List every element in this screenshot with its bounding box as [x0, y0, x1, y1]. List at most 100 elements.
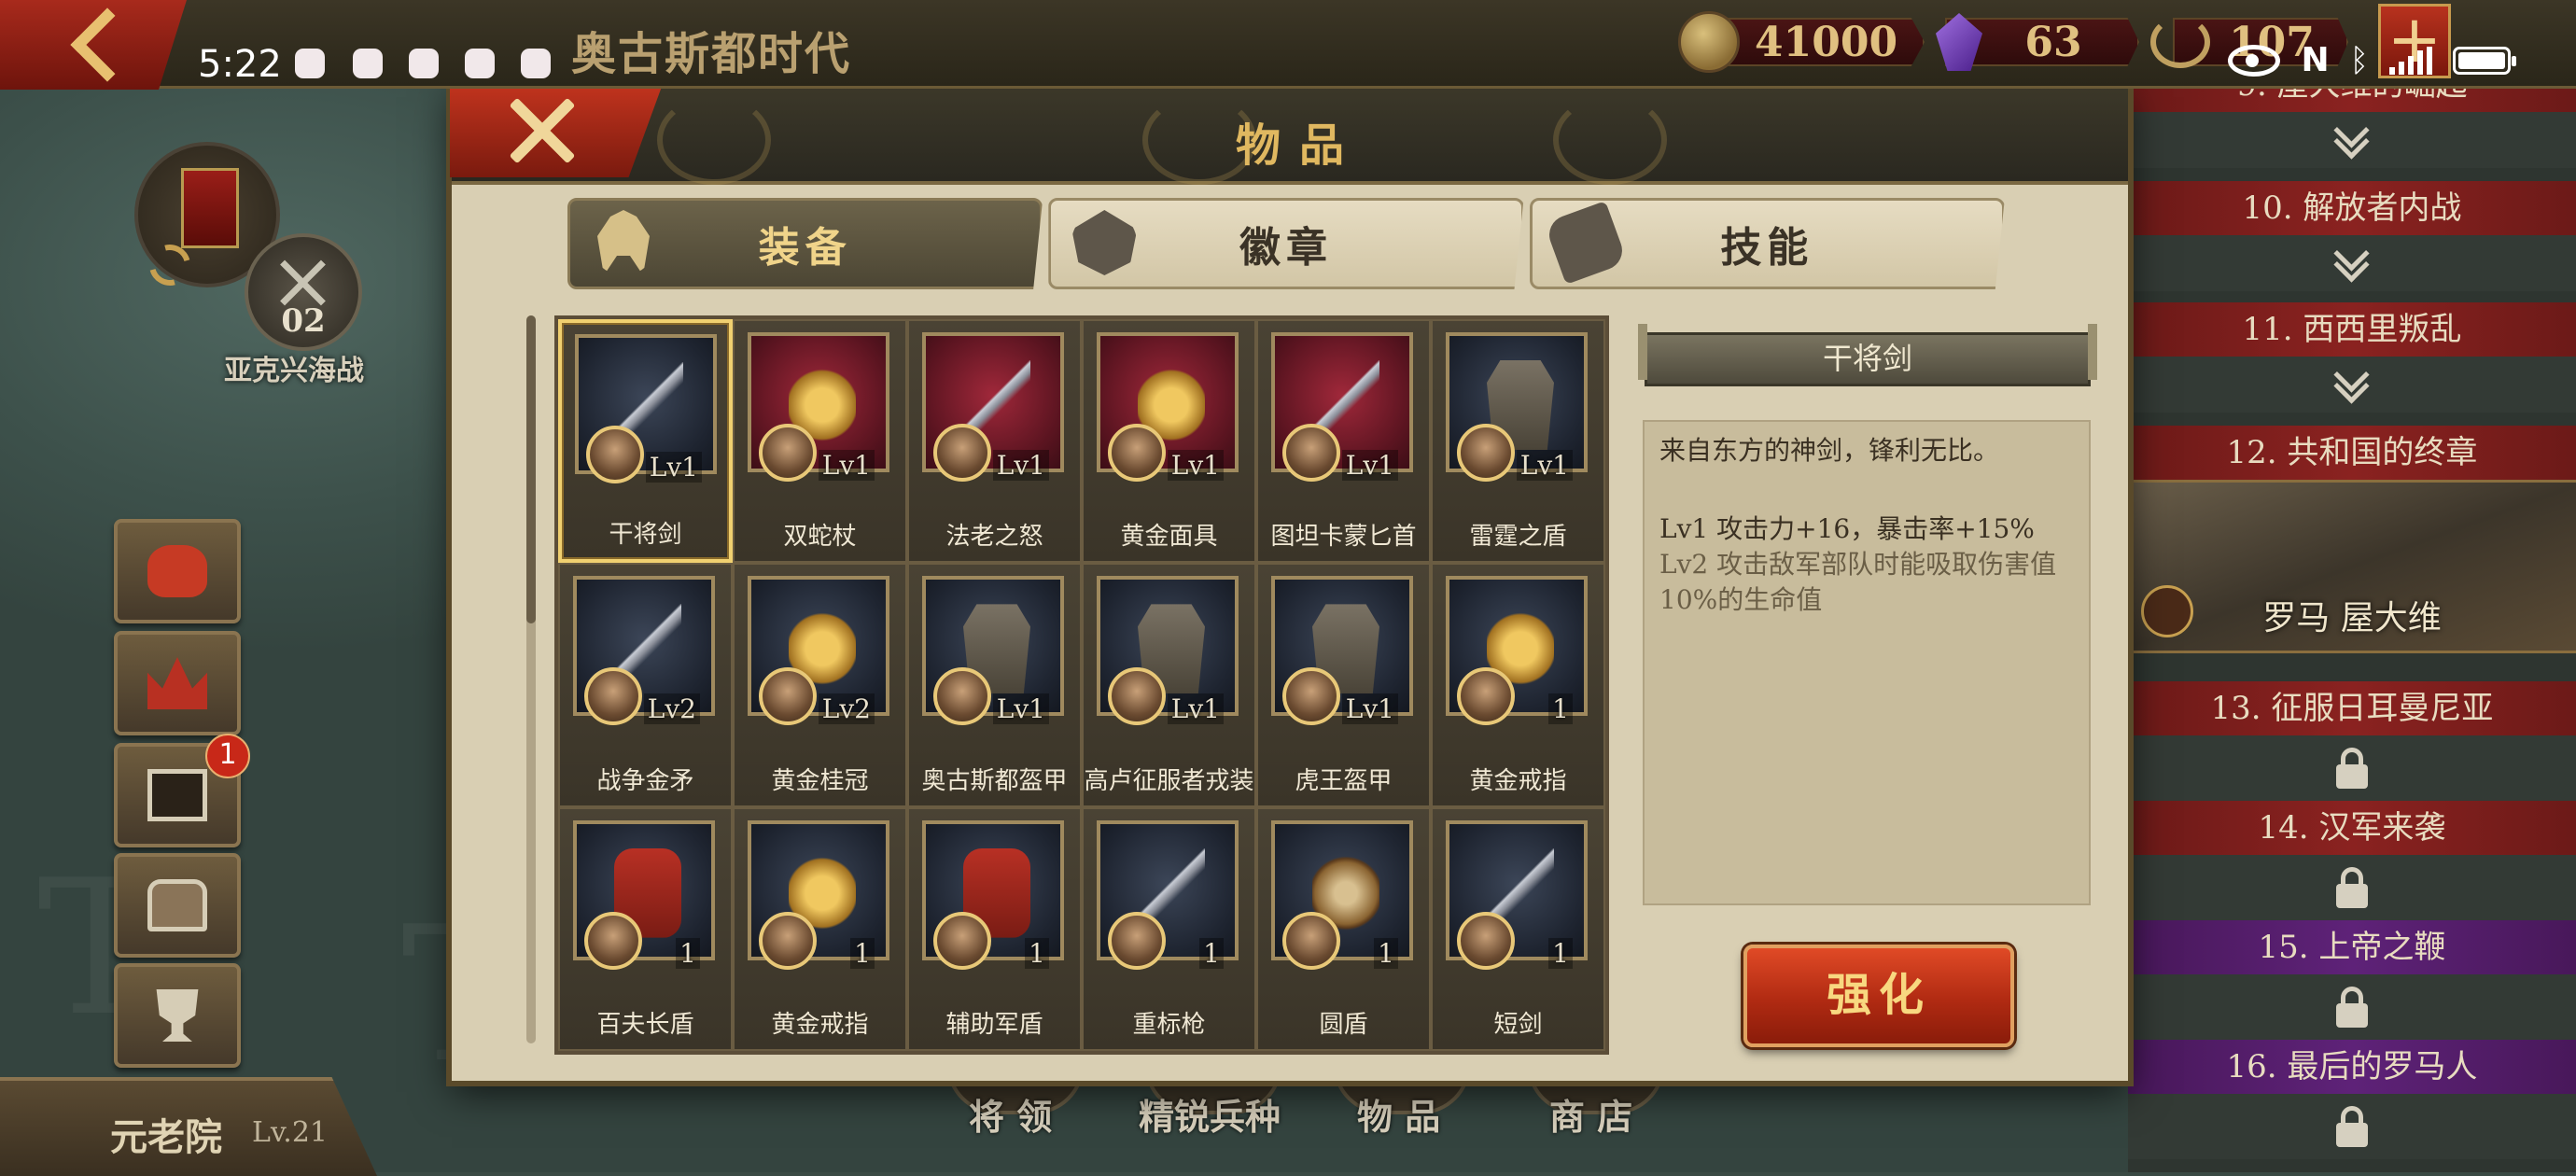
item-cell[interactable]: 1 百夫长盾: [558, 806, 733, 1051]
item-name: 短剑: [1493, 1011, 1543, 1039]
crossed-swords-icon: [276, 256, 329, 308]
nav-items[interactable]: 物 品: [1357, 1088, 1440, 1140]
nav-elite-units[interactable]: 精锐兵种: [1139, 1088, 1281, 1140]
nav-shop[interactable]: 商 店: [1549, 1088, 1632, 1140]
chapter-locked: [2128, 855, 2576, 920]
item-level: Lv2: [818, 693, 875, 725]
chapter-caption: 罗马 屋大维: [2262, 599, 2442, 637]
video-notification-badge: 1: [205, 734, 250, 778]
item-cell[interactable]: Lv2 战争金矛: [558, 563, 733, 807]
chapter-item[interactable]: 16. 最后的罗马人: [2128, 1040, 2576, 1159]
item-cell[interactable]: Lv1 双蛇杖: [733, 319, 907, 564]
item-name: 百夫长盾: [596, 1011, 694, 1039]
nav-generals[interactable]: 将 领: [969, 1088, 1052, 1140]
chapter-item[interactable]: 10. 解放者内战: [2128, 181, 2576, 291]
item-frame: 1: [1097, 819, 1239, 970]
item-frame: Lv1: [922, 576, 1064, 726]
bluetooth-icon: ᛒ: [2349, 41, 2369, 79]
item-cell[interactable]: 1 黄金戒指: [733, 806, 907, 1051]
trophy-button[interactable]: [114, 963, 241, 1068]
general-avatar: [933, 667, 991, 726]
item-frame: Lv1: [922, 332, 1064, 482]
treasure-bag-button[interactable]: [114, 519, 241, 623]
chest-button[interactable]: [114, 853, 241, 958]
crown-icon: [147, 657, 207, 709]
item-cell[interactable]: Lv1 高卢征服者戎装: [1082, 563, 1256, 807]
item-cell[interactable]: 1 重标枪: [1082, 806, 1256, 1051]
item-cell[interactable]: 1 辅助军盾: [907, 806, 1082, 1051]
senate-name: 元老院: [110, 1115, 222, 1159]
item-name: 图坦卡蒙匕首: [1270, 523, 1417, 552]
chapter-item[interactable]: 13. 征服日耳曼尼亚: [2128, 681, 2576, 801]
status-time: 5:22: [198, 43, 282, 86]
item-level: Lv1: [818, 450, 875, 481]
item-frame: 1: [1446, 576, 1588, 726]
general-avatar: [584, 667, 642, 726]
general-avatar: [584, 911, 642, 970]
item-cell[interactable]: Lv1 黄金面具: [1082, 319, 1256, 564]
item-cell[interactable]: Lv2 黄金桂冠: [733, 563, 907, 807]
item-cell[interactable]: 1 短剑: [1431, 806, 1605, 1051]
item-cell[interactable]: Lv1 图坦卡蒙匕首: [1256, 319, 1431, 564]
helmet-icon: [597, 210, 650, 275]
chapter-locked: [2128, 735, 2576, 801]
chapter-expand[interactable]: [2128, 235, 2576, 291]
senate-button[interactable]: 元老院 Lv.21: [0, 1077, 377, 1176]
chapter-expand[interactable]: [2128, 112, 2576, 168]
item-cell[interactable]: 1 圆盾: [1256, 806, 1431, 1051]
item-frame: Lv2: [748, 576, 889, 726]
item-frame: 1: [1446, 819, 1588, 970]
item-level: Lv1: [645, 452, 702, 483]
item-level: 1: [850, 937, 875, 969]
close-button[interactable]: [450, 84, 663, 177]
modal-title: 物品: [1235, 119, 1363, 172]
crown-button[interactable]: [114, 631, 241, 735]
chapter-title: 16. 最后的罗马人: [2128, 1040, 2576, 1094]
item-level: 1: [1548, 937, 1573, 969]
banner-flag-icon: [181, 168, 239, 248]
chapter-expand[interactable]: [2128, 357, 2576, 413]
item-frame: Lv1: [1446, 332, 1588, 482]
general-avatar: [1457, 667, 1515, 726]
bag-icon: [147, 545, 207, 597]
item-name: 黄金桂冠: [771, 766, 869, 795]
item-name: 重标枪: [1132, 1011, 1206, 1039]
item-level: Lv1: [1516, 450, 1573, 481]
chapter-item[interactable]: 15. 上帝之鞭: [2128, 920, 2576, 1040]
item-cell[interactable]: Lv1 法老之怒: [907, 319, 1082, 564]
chapter-item-current[interactable]: 12. 共和国的终章 罗马 屋大维: [2128, 426, 2576, 653]
modal-header: 物品: [452, 86, 2128, 185]
general-avatar: [1282, 424, 1340, 482]
general-avatar: [586, 426, 644, 483]
grid-scrollbar-thumb[interactable]: [526, 315, 536, 623]
enhance-button[interactable]: 强化: [1743, 945, 2014, 1047]
tab-skills[interactable]: 技能: [1529, 198, 2005, 289]
items-modal: 物品 装备 徽章 技能 Lv1 干将剑 Lv1 双蛇杖 Lv1 法老之怒 Lv1 黄金面具 Lv…: [450, 84, 2128, 1081]
item-description: 来自东方的神剑，锋利无比。: [1659, 435, 2000, 466]
item-lv1-effect: Lv1 攻击力+16，暴击率+15%: [1659, 513, 2035, 544]
item-name: 奥古斯都盔甲: [921, 766, 1068, 795]
tab-badges[interactable]: 徽章: [1048, 198, 1524, 289]
general-avatar: [933, 911, 991, 970]
senate-level: Lv.21: [252, 1116, 329, 1149]
item-cell[interactable]: Lv1 奥古斯都盔甲: [907, 563, 1082, 807]
battle-node[interactable]: 02: [245, 233, 362, 351]
chapter-title: 10. 解放者内战: [2128, 181, 2576, 235]
item-cell[interactable]: Lv1 虎王盔甲: [1256, 563, 1431, 807]
chapter-preview-image[interactable]: 罗马 屋大维: [2128, 480, 2576, 653]
chapter-item[interactable]: 11. 西西里叛乱: [2128, 302, 2576, 413]
item-level: 1: [1025, 937, 1049, 969]
item-cell[interactable]: Lv1 雷霆之盾: [1431, 319, 1605, 564]
tab-label: 装备: [758, 224, 852, 272]
item-cell[interactable]: Lv1 干将剑: [558, 319, 733, 564]
general-avatar: [759, 424, 817, 482]
general-avatar: [759, 911, 817, 970]
item-name: 黄金面具: [1120, 523, 1218, 552]
item-cell[interactable]: 1 黄金戒指: [1431, 563, 1605, 807]
tab-equipment[interactable]: 装备: [567, 198, 1043, 289]
chest-icon: [147, 879, 207, 931]
chapter-item[interactable]: 14. 汉军来袭: [2128, 801, 2576, 920]
item-name: 圆盾: [1319, 1011, 1368, 1039]
badge-icon: [1071, 210, 1138, 275]
notification-icon: [353, 49, 383, 78]
